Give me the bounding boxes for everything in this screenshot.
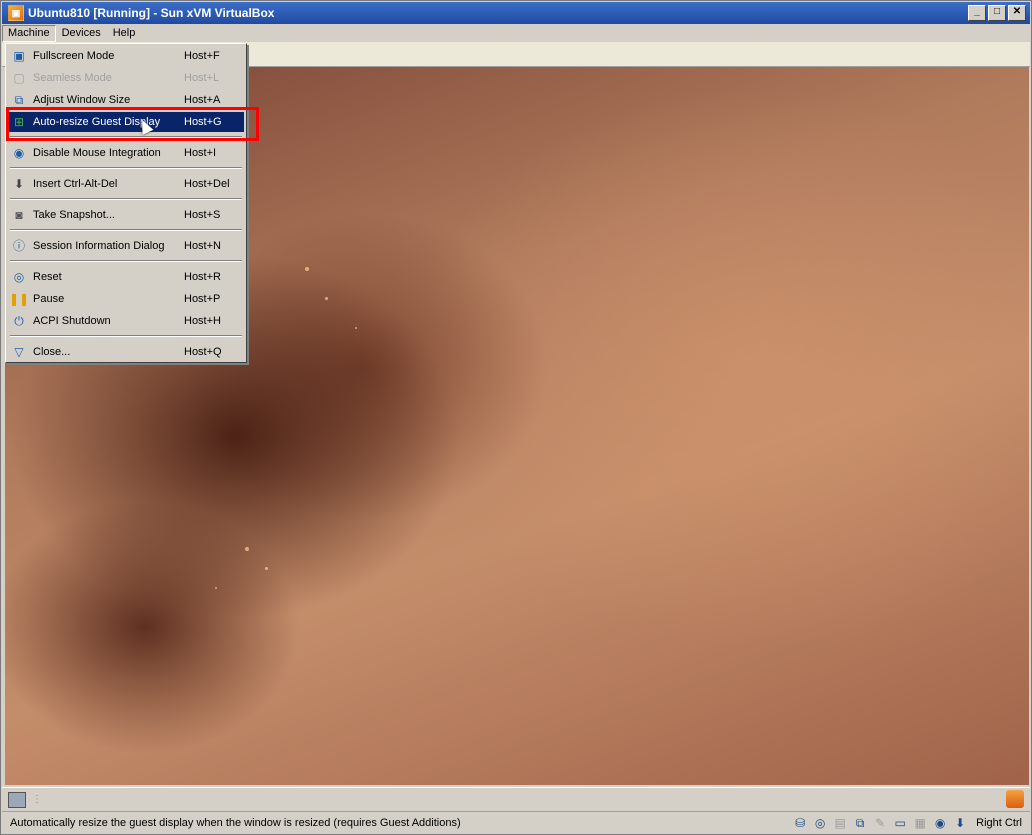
wallpaper-spark <box>305 267 309 271</box>
menu-separator <box>10 260 242 262</box>
wallpaper-spark <box>245 547 249 551</box>
virtualbox-logo-icon: ▣ <box>8 5 24 21</box>
mouse-integration-icon: ◉ <box>13 146 25 160</box>
keyboard-capture-icon[interactable]: ⬇ <box>952 815 968 831</box>
virtualbox-tray-icon[interactable] <box>1006 790 1024 808</box>
display-icon[interactable] <box>8 792 26 808</box>
keyboard-icon: ⬇ <box>13 177 25 191</box>
status-message: Automatically resize the guest display w… <box>10 817 461 829</box>
annotation-highlight-box <box>6 107 259 141</box>
menu-item-ctrl-alt-del[interactable]: ⬇ Insert Ctrl-Alt-Del Host+Del <box>8 174 244 194</box>
shared-folders-icon[interactable]: ▭ <box>892 815 908 831</box>
menu-item-snapshot[interactable]: ◙ Take Snapshot... Host+S <box>8 205 244 225</box>
menu-item-acpi-shutdown[interactable]: ⏻ ACPI Shutdown Host+H <box>8 311 244 331</box>
menu-devices[interactable]: Devices <box>56 25 107 42</box>
network-icon[interactable]: ⧉ <box>852 815 868 831</box>
info-icon: ⓘ <box>12 239 25 253</box>
status-bar: Automatically resize the guest display w… <box>2 811 1030 834</box>
power-icon: ⏻ <box>14 314 24 328</box>
minimize-button[interactable]: _ <box>968 5 986 21</box>
mouse-integration-status-icon[interactable]: ◉ <box>932 815 948 831</box>
host-key-label: Right Ctrl <box>976 817 1022 829</box>
close-button[interactable]: ✕ <box>1008 5 1026 21</box>
hard-disk-icon[interactable]: ⛁ <box>792 815 808 831</box>
grip-icon: ⋮ <box>32 794 42 805</box>
device-tray: ⛁ ◎ ▤ ⧉ ✎ ▭ ▦ ◉ ⬇ Right Ctrl <box>792 815 1030 831</box>
menu-separator <box>10 335 242 337</box>
pause-icon: ❚❚ <box>8 292 30 306</box>
menu-separator <box>10 229 242 231</box>
camera-icon: ◙ <box>15 208 23 222</box>
menu-item-close[interactable]: ▽ Close... Host+Q <box>8 342 244 362</box>
menu-bar: Machine Devices Help <box>2 24 1030 42</box>
reset-icon: ◎ <box>13 270 25 284</box>
menu-separator <box>10 198 242 200</box>
seamless-icon: ▢ <box>13 71 25 85</box>
virtualization-icon[interactable]: ▦ <box>912 815 928 831</box>
menu-item-reset[interactable]: ◎ Reset Host+R <box>8 267 244 287</box>
machine-menu: ▣ Fullscreen Mode Host+F ▢ Seamless Mode… <box>5 43 247 363</box>
wallpaper-spark <box>325 297 328 300</box>
menu-machine[interactable]: Machine <box>2 24 56 42</box>
title-bar[interactable]: ▣ Ubuntu810 [Running] - Sun xVM VirtualB… <box>2 2 1030 24</box>
maximize-button[interactable]: □ <box>988 5 1006 21</box>
menu-item-fullscreen[interactable]: ▣ Fullscreen Mode Host+F <box>8 46 244 66</box>
resize-icon: ⧉ <box>14 93 24 107</box>
wallpaper-spark <box>215 587 217 589</box>
menu-item-mouse-integration[interactable]: ◉ Disable Mouse Integration Host+I <box>8 143 244 163</box>
virtualbox-window: ▣ Ubuntu810 [Running] - Sun xVM VirtualB… <box>0 0 1032 835</box>
wallpaper-spark <box>265 567 268 570</box>
window-title: Ubuntu810 [Running] - Sun xVM VirtualBox <box>28 6 275 20</box>
wallpaper-spark <box>355 327 357 329</box>
close-triangle-icon: ▽ <box>14 345 24 359</box>
vm-status-strip: ⋮ <box>2 787 1030 812</box>
menu-item-seamless[interactable]: ▢ Seamless Mode Host+L <box>8 68 244 88</box>
cd-dvd-icon[interactable]: ◎ <box>812 815 828 831</box>
monitor-icon: ▣ <box>13 49 25 63</box>
menu-item-pause[interactable]: ❚❚ Pause Host+P <box>8 289 244 309</box>
menu-help[interactable]: Help <box>107 25 142 42</box>
menu-item-session-info[interactable]: ⓘ Session Information Dialog Host+N <box>8 236 244 256</box>
floppy-icon[interactable]: ▤ <box>832 815 848 831</box>
menu-separator <box>10 167 242 169</box>
usb-icon[interactable]: ✎ <box>872 815 888 831</box>
